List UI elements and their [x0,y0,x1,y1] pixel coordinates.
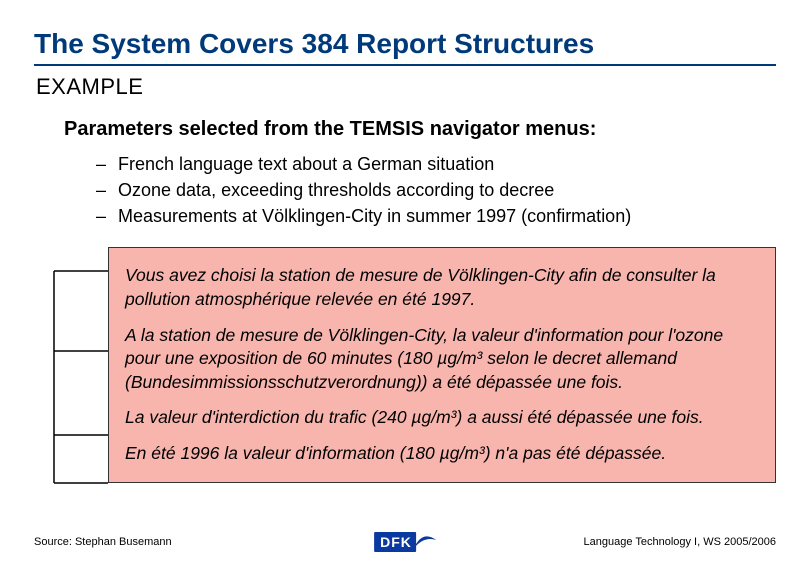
list-item: – Ozone data, exceeding thresholds accor… [96,177,776,203]
slide: The System Covers 384 Report Structures … [0,0,810,570]
footer-logo: DFK [374,532,436,552]
logo-swoosh-icon [414,534,436,550]
example-paragraph: A la station de mesure de Völklingen-Cit… [125,324,759,395]
connector-diagram [34,247,108,482]
example-row: Vous avez choisi la station de mesure de… [34,247,776,482]
example-paragraph: Vous avez choisi la station de mesure de… [125,264,759,311]
footer-source: Source: Stephan Busemann [34,536,172,548]
example-paragraph: En été 1996 la valeur d'information (180… [125,442,759,466]
list-item-text: French language text about a German situ… [118,151,776,177]
dash-icon: – [96,151,118,177]
example-output-box: Vous avez choisi la station de mesure de… [108,247,776,482]
slide-title: The System Covers 384 Report Structures [34,28,776,66]
list-item: – Measurements at Völklingen-City in sum… [96,203,776,229]
dash-icon: – [96,203,118,229]
bracket-icon [34,247,108,501]
example-paragraph: La valeur d'interdiction du trafic (240 … [125,406,759,430]
list-item-text: Measurements at Völklingen-City in summe… [118,203,776,229]
list-item-text: Ozone data, exceeding thresholds accordi… [118,177,776,203]
footer-course: Language Technology I, WS 2005/2006 [584,536,776,548]
dfki-logo-icon: DFK [374,532,436,552]
bullet-list: – French language text about a German si… [96,151,776,229]
slide-subtitle: EXAMPLE [36,74,776,100]
list-item: – French language text about a German si… [96,151,776,177]
footer: Source: Stephan Busemann DFK Language Te… [34,536,776,548]
logo-text: DFK [374,532,416,552]
section-heading: Parameters selected from the TEMSIS navi… [64,118,776,141]
dash-icon: – [96,177,118,203]
